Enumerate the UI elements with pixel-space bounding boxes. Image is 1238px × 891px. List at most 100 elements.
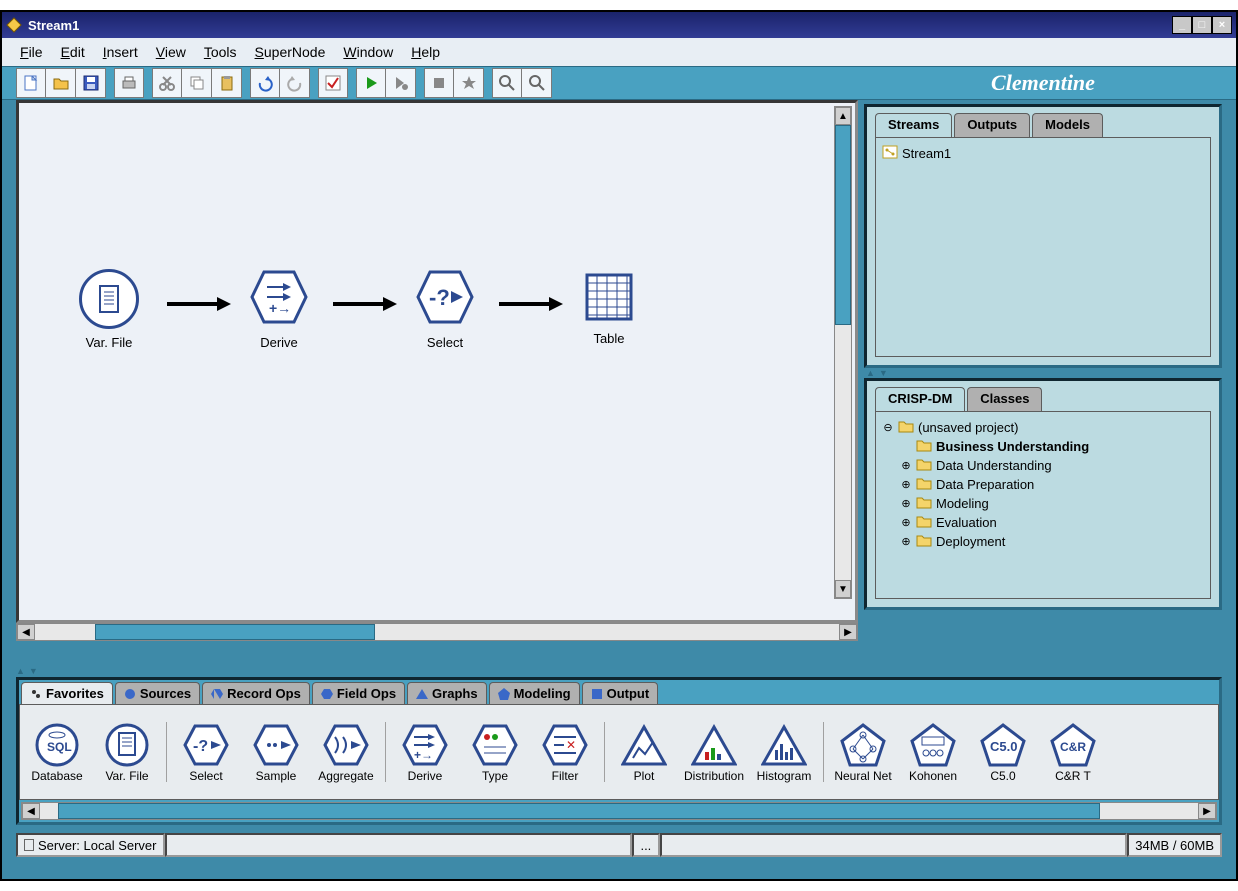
stream-item[interactable]: Stream1 xyxy=(882,144,1204,163)
ptab-record-ops[interactable]: Record Ops xyxy=(202,682,310,704)
tb-paste[interactable] xyxy=(212,68,242,98)
project-root[interactable]: ⊖ (unsaved project) xyxy=(882,418,1204,437)
close-button[interactable]: × xyxy=(1212,16,1232,34)
expander-icon[interactable]: ⊕ xyxy=(900,535,912,548)
svg-text:C&R: C&R xyxy=(1060,740,1086,754)
palette-item-kohonen[interactable]: Kohonen xyxy=(898,721,968,783)
palette-item-c-r-t[interactable]: C&RC&R T xyxy=(1038,721,1108,783)
tb-stop[interactable] xyxy=(424,68,454,98)
phase-modeling[interactable]: ⊕ Modeling xyxy=(882,494,1204,513)
palette-divider xyxy=(823,722,824,782)
palette-item-database[interactable]: SQLDatabase xyxy=(22,721,92,783)
palette-item-plot[interactable]: Plot xyxy=(609,721,679,783)
node-var-file[interactable]: Var. File xyxy=(79,269,139,350)
palette-item-label: Filter xyxy=(530,769,600,783)
tb-run[interactable] xyxy=(356,68,386,98)
tb-open[interactable] xyxy=(46,68,76,98)
palette-item-aggregate[interactable]: Aggregate xyxy=(311,721,381,783)
ptab-sources[interactable]: Sources xyxy=(115,682,200,704)
palette-item-histogram[interactable]: Histogram xyxy=(749,721,819,783)
stream-canvas[interactable]: Var. File +→ Derive -? Select xyxy=(16,100,858,623)
node-derive[interactable]: +→ Derive xyxy=(249,269,309,350)
palette-item-distribution[interactable]: Distribution xyxy=(679,721,749,783)
palette-item-c5-0[interactable]: C5.0C5.0 xyxy=(968,721,1038,783)
tb-zoom-in[interactable] xyxy=(492,68,522,98)
tab-outputs[interactable]: Outputs xyxy=(954,113,1030,137)
tb-star[interactable] xyxy=(454,68,484,98)
palette-item-label: Histogram xyxy=(749,769,819,783)
tb-check[interactable] xyxy=(318,68,348,98)
tb-new[interactable] xyxy=(16,68,46,98)
node-select[interactable]: -? Select xyxy=(415,269,475,350)
ptab-modeling[interactable]: Modeling xyxy=(489,682,580,704)
phase-data-understanding[interactable]: ⊕ Data Understanding xyxy=(882,456,1204,475)
expander-icon[interactable]: ⊕ xyxy=(900,478,912,491)
menu-tools[interactable]: Tools xyxy=(196,41,245,63)
palette-item-filter[interactable]: ✕Filter xyxy=(530,721,600,783)
folder-icon xyxy=(916,533,932,550)
tab-crisp-dm[interactable]: CRISP-DM xyxy=(875,387,965,411)
managers-panel: Streams Outputs Models Stream1 xyxy=(864,104,1222,368)
palette-item-icon xyxy=(241,721,311,769)
tab-streams[interactable]: Streams xyxy=(875,113,952,137)
palette-item-label: Kohonen xyxy=(898,769,968,783)
palette-item-icon: SQL xyxy=(22,721,92,769)
tb-run-selection[interactable] xyxy=(386,68,416,98)
node-table[interactable]: Table xyxy=(581,269,637,346)
expander-icon[interactable]: ⊕ xyxy=(900,497,912,510)
scroll-left-icon[interactable]: ◀ xyxy=(22,803,40,819)
brand-label: Clementine xyxy=(864,66,1222,100)
tb-zoom-out[interactable] xyxy=(522,68,552,98)
palette-item-neural-net[interactable]: Neural Net xyxy=(828,721,898,783)
palette-item-var-file[interactable]: Var. File xyxy=(92,721,162,783)
tb-undo[interactable] xyxy=(250,68,280,98)
menu-window[interactable]: Window xyxy=(335,41,401,63)
phase-deployment[interactable]: ⊕ Deployment xyxy=(882,532,1204,551)
window-title: Stream1 xyxy=(28,18,1172,33)
menu-view[interactable]: View xyxy=(148,41,194,63)
phase-business-understanding[interactable]: Business Understanding xyxy=(882,437,1204,456)
scroll-right-icon[interactable]: ▶ xyxy=(1198,803,1216,819)
panel-splitter-main[interactable]: ▲▼ xyxy=(2,665,1236,677)
tb-print[interactable] xyxy=(114,68,144,98)
tb-cut[interactable] xyxy=(152,68,182,98)
menu-supernode[interactable]: SuperNode xyxy=(247,41,334,63)
palette-item-select[interactable]: -?Select xyxy=(171,721,241,783)
scroll-down-icon[interactable]: ▼ xyxy=(835,580,851,598)
tb-copy[interactable] xyxy=(182,68,212,98)
menu-edit[interactable]: Edit xyxy=(53,41,93,63)
phase-data-preparation[interactable]: ⊕ Data Preparation xyxy=(882,475,1204,494)
menu-file[interactable]: File xyxy=(12,41,51,63)
palette-item-derive[interactable]: +→Derive xyxy=(390,721,460,783)
ptab-output[interactable]: Output xyxy=(582,682,659,704)
scroll-right-icon[interactable]: ▶ xyxy=(839,624,857,640)
palette-item-type[interactable]: Type xyxy=(460,721,530,783)
minimize-button[interactable]: _ xyxy=(1172,16,1192,34)
palette-item-label: Neural Net xyxy=(828,769,898,783)
panel-splitter-right[interactable]: ▲▼ xyxy=(864,368,1222,378)
expander-icon[interactable]: ⊖ xyxy=(882,421,894,434)
stream-item-label: Stream1 xyxy=(902,146,951,161)
tab-classes[interactable]: Classes xyxy=(967,387,1042,411)
scroll-up-icon[interactable]: ▲ xyxy=(835,107,851,125)
expander-icon[interactable]: ⊕ xyxy=(900,516,912,529)
ptab-favorites[interactable]: Favorites xyxy=(21,682,113,704)
scroll-left-icon[interactable]: ◀ xyxy=(17,624,35,640)
tb-redo[interactable] xyxy=(280,68,310,98)
menu-help[interactable]: Help xyxy=(403,41,448,63)
tb-save[interactable] xyxy=(76,68,106,98)
status-more-button[interactable]: ... xyxy=(632,833,660,857)
canvas-horizontal-scrollbar[interactable]: ◀ ▶ xyxy=(16,623,858,641)
expander-icon[interactable]: ⊕ xyxy=(900,459,912,472)
palette-item-sample[interactable]: Sample xyxy=(241,721,311,783)
ptab-graphs[interactable]: Graphs xyxy=(407,682,487,704)
phase-label: Deployment xyxy=(936,534,1005,549)
tab-models[interactable]: Models xyxy=(1032,113,1103,137)
maximize-button[interactable]: □ xyxy=(1192,16,1212,34)
table-icon xyxy=(581,269,637,325)
phase-evaluation[interactable]: ⊕ Evaluation xyxy=(882,513,1204,532)
palette-horizontal-scrollbar[interactable]: ◀ ▶ xyxy=(21,802,1217,820)
ptab-field-ops[interactable]: Field Ops xyxy=(312,682,405,704)
canvas-vertical-scrollbar[interactable]: ▲ ▼ xyxy=(834,106,852,599)
menu-insert[interactable]: Insert xyxy=(95,41,146,63)
